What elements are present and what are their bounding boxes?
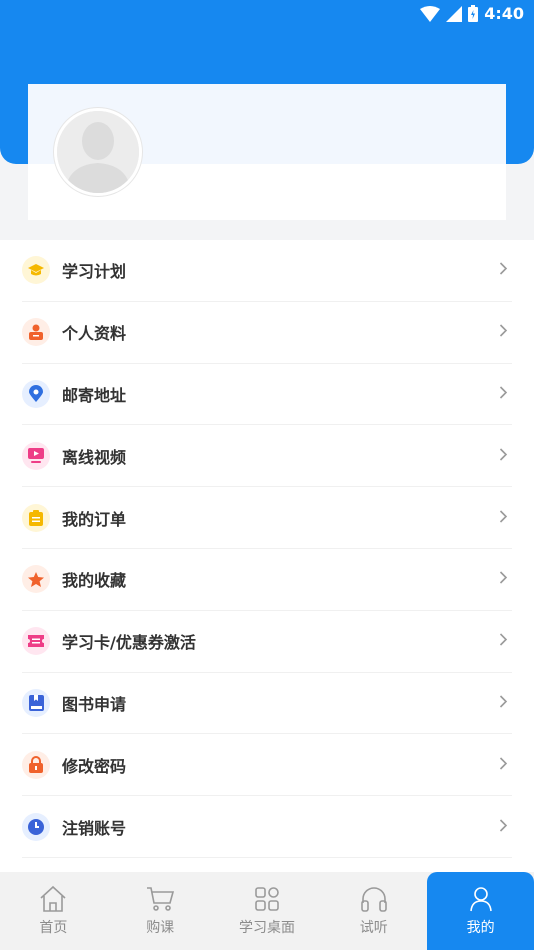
power-icon bbox=[22, 812, 50, 841]
user-icon bbox=[466, 885, 496, 913]
chevron-right-icon bbox=[499, 508, 508, 527]
person-card-icon bbox=[22, 318, 50, 347]
tab-label: 我的 bbox=[466, 920, 495, 936]
battery-icon bbox=[468, 5, 479, 22]
menu-item[interactable]: 我的订单 bbox=[22, 487, 512, 549]
status-bar: 4:40 bbox=[0, 0, 534, 28]
menu-item-label: 我的订单 bbox=[62, 509, 127, 529]
avatar[interactable] bbox=[54, 108, 142, 196]
menu-item-label: 注销账号 bbox=[62, 818, 127, 838]
profile-card[interactable] bbox=[28, 84, 506, 220]
menu-item-label: 我的收藏 bbox=[62, 571, 127, 591]
chevron-right-icon bbox=[499, 384, 508, 403]
tab-cart[interactable]: 购课 bbox=[107, 872, 214, 950]
bottom-tab-bar: 首页 购课 学习桌面 试听 我的 bbox=[0, 872, 534, 950]
tab-label: 购课 bbox=[146, 920, 175, 936]
chevron-right-icon bbox=[499, 632, 508, 651]
tab-user[interactable]: 我的 bbox=[427, 872, 534, 950]
menu-item-label: 图书申请 bbox=[62, 694, 127, 714]
ticket-icon bbox=[22, 627, 50, 656]
menu-item[interactable]: 注销账号 bbox=[22, 796, 512, 858]
chevron-right-icon bbox=[499, 570, 508, 589]
chevron-right-icon bbox=[499, 755, 508, 774]
grid-icon bbox=[252, 885, 282, 913]
tab-home[interactable]: 首页 bbox=[0, 872, 107, 950]
menu-item-label: 邮寄地址 bbox=[62, 385, 127, 405]
chevron-right-icon bbox=[499, 446, 508, 465]
menu-item[interactable]: 修改密码 bbox=[22, 734, 512, 797]
headphones-icon bbox=[359, 885, 389, 913]
video-play-icon bbox=[22, 441, 50, 470]
menu-item[interactable]: 图书申请 bbox=[22, 673, 512, 735]
menu-item-label: 个人资料 bbox=[62, 324, 127, 344]
status-time: 4:40 bbox=[484, 4, 524, 23]
tab-label: 首页 bbox=[39, 920, 68, 936]
menu-item-label: 修改密码 bbox=[62, 756, 127, 776]
tab-headphones[interactable]: 试听 bbox=[320, 872, 427, 950]
menu-item-label: 学习卡/优惠券激活 bbox=[62, 633, 196, 653]
star-icon bbox=[22, 565, 50, 594]
menu-item[interactable]: 离线视频 bbox=[22, 425, 512, 488]
menu-item-label: 离线视频 bbox=[62, 447, 127, 467]
location-pin-icon bbox=[22, 379, 50, 408]
default-avatar-icon bbox=[57, 111, 139, 193]
clipboard-icon bbox=[22, 503, 50, 532]
menu-item[interactable]: 邮寄地址 bbox=[22, 364, 512, 426]
lock-icon bbox=[22, 750, 50, 779]
settings-menu: 学习计划个人资料邮寄地址离线视频我的订单我的收藏学习卡/优惠券激活 图书申请修改密… bbox=[0, 240, 534, 872]
chevron-right-icon bbox=[499, 817, 508, 836]
signal-icon bbox=[446, 5, 463, 22]
menu-item[interactable]: 学习卡/优惠券激活 bbox=[22, 611, 512, 673]
tab-label: 试听 bbox=[359, 920, 388, 936]
graduation-cap-icon bbox=[22, 256, 50, 285]
chevron-right-icon bbox=[499, 261, 508, 280]
home-icon bbox=[38, 885, 68, 913]
chevron-right-icon bbox=[499, 323, 508, 342]
cart-icon bbox=[145, 885, 175, 913]
tab-grid[interactable]: 学习桌面 bbox=[214, 872, 321, 950]
menu-item[interactable]: 个人资料 bbox=[22, 302, 512, 364]
wifi-icon bbox=[420, 5, 441, 22]
menu-item[interactable]: 学习计划 bbox=[22, 240, 512, 302]
menu-item[interactable]: 我的收藏 bbox=[22, 549, 512, 611]
book-icon bbox=[22, 688, 50, 717]
tab-label: 学习桌面 bbox=[238, 920, 295, 936]
menu-item-label: 学习计划 bbox=[62, 262, 127, 282]
chevron-right-icon bbox=[499, 693, 508, 712]
